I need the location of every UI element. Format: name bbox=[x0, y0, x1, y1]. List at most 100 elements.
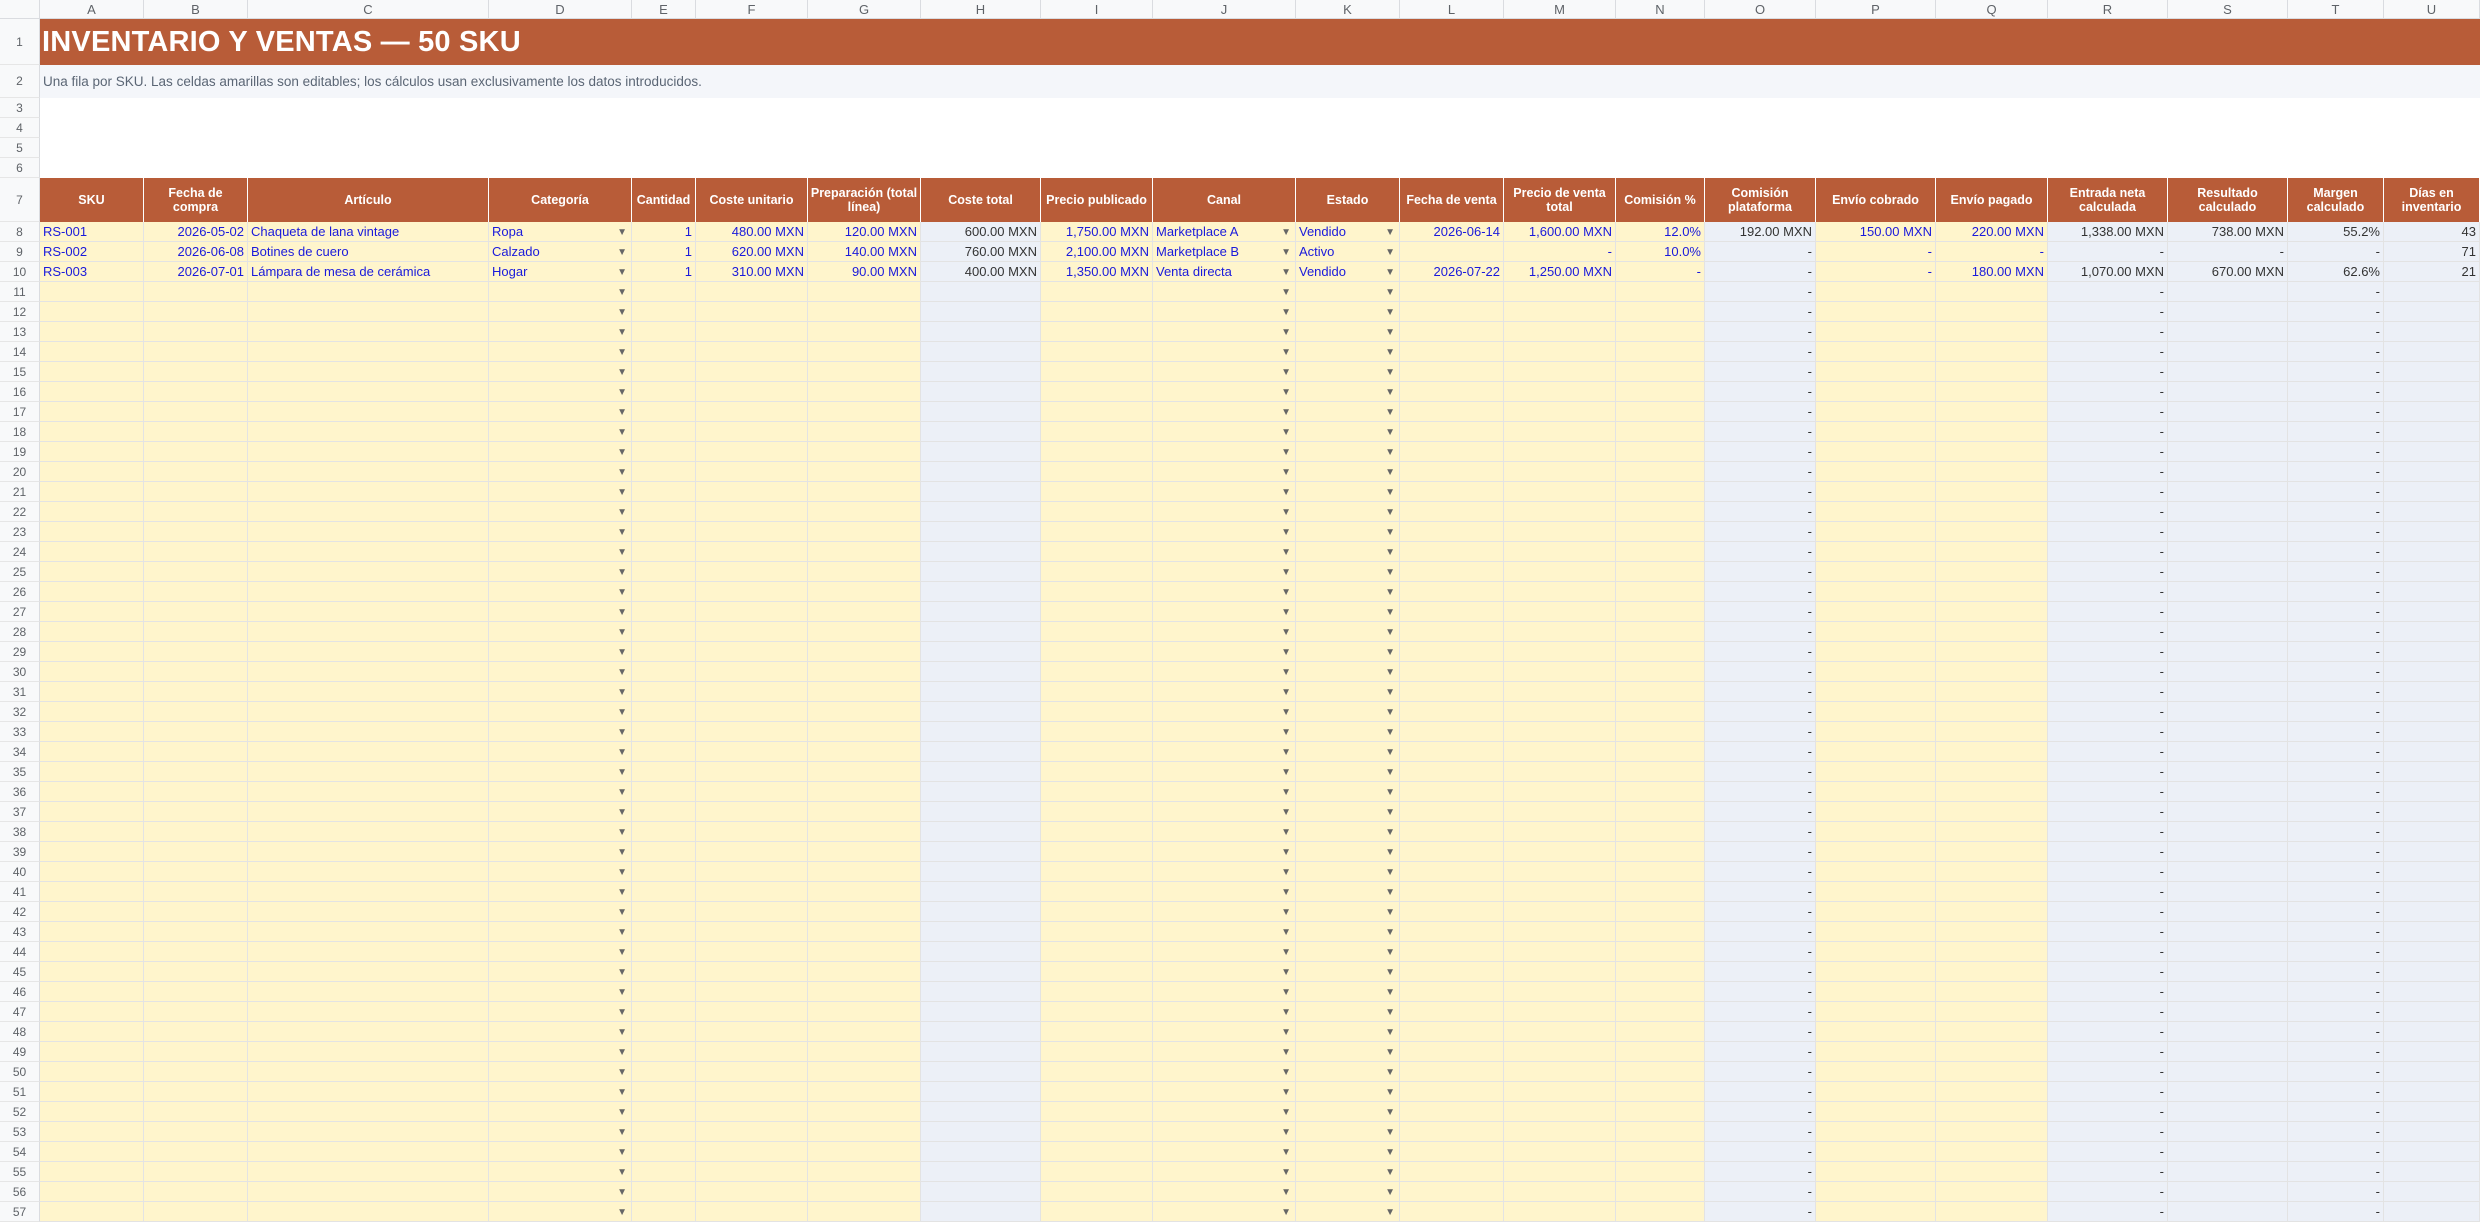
dropdown-arrow-icon[interactable]: ▼ bbox=[1281, 683, 1291, 701]
table-cell[interactable] bbox=[248, 882, 489, 902]
table-cell[interactable] bbox=[1816, 962, 1936, 982]
dropdown-cell[interactable]: Ropa ▼ bbox=[489, 222, 632, 242]
dropdown-cell[interactable]: ▼ bbox=[1296, 1202, 1400, 1222]
table-cell[interactable]: 1,350.00 MXN bbox=[1041, 262, 1153, 282]
table-cell[interactable] bbox=[1816, 462, 1936, 482]
dropdown-cell[interactable]: ▼ bbox=[489, 362, 632, 382]
table-cell[interactable] bbox=[1504, 982, 1616, 1002]
table-cell[interactable] bbox=[632, 502, 696, 522]
table-cell[interactable] bbox=[1400, 782, 1504, 802]
table-cell[interactable] bbox=[1816, 822, 1936, 842]
dropdown-arrow-icon[interactable]: ▼ bbox=[617, 843, 627, 861]
dropdown-cell[interactable]: ▼ bbox=[1153, 702, 1296, 722]
table-cell[interactable] bbox=[1041, 522, 1153, 542]
row-header-47[interactable]: 47 bbox=[0, 1002, 40, 1022]
table-cell[interactable] bbox=[248, 422, 489, 442]
table-cell[interactable]: 2026-05-02 bbox=[144, 222, 248, 242]
table-cell[interactable] bbox=[248, 1122, 489, 1142]
table-cell[interactable] bbox=[1504, 1082, 1616, 1102]
table-cell[interactable] bbox=[1816, 402, 1936, 422]
row-header-37[interactable]: 37 bbox=[0, 802, 40, 822]
dropdown-cell[interactable]: ▼ bbox=[1296, 402, 1400, 422]
table-cell[interactable] bbox=[144, 282, 248, 302]
column-header-i[interactable]: I bbox=[1041, 0, 1153, 19]
dropdown-cell[interactable]: ▼ bbox=[1153, 882, 1296, 902]
table-cell[interactable] bbox=[696, 382, 808, 402]
dropdown-arrow-icon[interactable]: ▼ bbox=[1281, 323, 1291, 341]
table-cell[interactable] bbox=[808, 1062, 921, 1082]
table-cell[interactable] bbox=[1616, 562, 1705, 582]
table-cell[interactable] bbox=[808, 982, 921, 1002]
row-header-26[interactable]: 26 bbox=[0, 582, 40, 602]
table-cell[interactable] bbox=[632, 862, 696, 882]
blank-rows[interactable] bbox=[40, 98, 2480, 178]
table-cell[interactable] bbox=[1400, 642, 1504, 662]
column-header-f[interactable]: F bbox=[696, 0, 808, 19]
table-cell[interactable] bbox=[632, 342, 696, 362]
table-cell[interactable] bbox=[696, 742, 808, 762]
table-cell[interactable] bbox=[1816, 602, 1936, 622]
dropdown-cell[interactable]: ▼ bbox=[489, 302, 632, 322]
table-cell[interactable] bbox=[632, 1202, 696, 1222]
dropdown-arrow-icon[interactable]: ▼ bbox=[1385, 263, 1395, 281]
dropdown-arrow-icon[interactable]: ▼ bbox=[617, 1203, 627, 1221]
table-cell[interactable] bbox=[808, 1102, 921, 1122]
table-cell[interactable] bbox=[1936, 962, 2048, 982]
table-cell[interactable] bbox=[1816, 422, 1936, 442]
table-cell[interactable] bbox=[696, 522, 808, 542]
table-cell[interactable] bbox=[808, 602, 921, 622]
table-cell[interactable] bbox=[1616, 462, 1705, 482]
table-cell[interactable] bbox=[1400, 422, 1504, 442]
row-header-31[interactable]: 31 bbox=[0, 682, 40, 702]
dropdown-arrow-icon[interactable]: ▼ bbox=[1385, 823, 1395, 841]
dropdown-cell[interactable]: ▼ bbox=[489, 802, 632, 822]
table-cell[interactable] bbox=[632, 542, 696, 562]
table-cell[interactable] bbox=[1041, 322, 1153, 342]
dropdown-arrow-icon[interactable]: ▼ bbox=[1385, 563, 1395, 581]
dropdown-arrow-icon[interactable]: ▼ bbox=[617, 943, 627, 961]
table-cell[interactable] bbox=[248, 1042, 489, 1062]
dropdown-arrow-icon[interactable]: ▼ bbox=[617, 223, 627, 241]
table-cell[interactable] bbox=[1400, 722, 1504, 742]
dropdown-arrow-icon[interactable]: ▼ bbox=[617, 663, 627, 681]
dropdown-cell[interactable]: ▼ bbox=[1296, 322, 1400, 342]
dropdown-arrow-icon[interactable]: ▼ bbox=[1281, 723, 1291, 741]
table-cell[interactable] bbox=[1616, 922, 1705, 942]
dropdown-cell[interactable]: ▼ bbox=[1153, 842, 1296, 862]
table-cell[interactable] bbox=[1616, 1042, 1705, 1062]
table-cell[interactable] bbox=[632, 1062, 696, 1082]
table-cell[interactable]: 1,750.00 MXN bbox=[1041, 222, 1153, 242]
table-cell[interactable] bbox=[696, 782, 808, 802]
dropdown-cell[interactable]: ▼ bbox=[1153, 1102, 1296, 1122]
table-cell[interactable] bbox=[248, 802, 489, 822]
table-cell[interactable] bbox=[1936, 282, 2048, 302]
dropdown-arrow-icon[interactable]: ▼ bbox=[1281, 243, 1291, 261]
dropdown-cell[interactable]: ▼ bbox=[1153, 1202, 1296, 1222]
table-cell[interactable] bbox=[1504, 522, 1616, 542]
dropdown-cell[interactable]: ▼ bbox=[489, 442, 632, 462]
table-cell[interactable] bbox=[1504, 602, 1616, 622]
table-cell[interactable] bbox=[40, 1182, 144, 1202]
dropdown-cell[interactable]: ▼ bbox=[1296, 822, 1400, 842]
table-cell[interactable] bbox=[248, 962, 489, 982]
table-cell[interactable] bbox=[1616, 702, 1705, 722]
table-cell[interactable] bbox=[1816, 842, 1936, 862]
table-cell[interactable] bbox=[1616, 942, 1705, 962]
table-cell[interactable] bbox=[1400, 802, 1504, 822]
dropdown-cell[interactable]: ▼ bbox=[1296, 422, 1400, 442]
table-cell[interactable] bbox=[632, 562, 696, 582]
row-header-54[interactable]: 54 bbox=[0, 1142, 40, 1162]
column-header-b[interactable]: B bbox=[144, 0, 248, 19]
table-cell[interactable] bbox=[1400, 622, 1504, 642]
table-cell[interactable] bbox=[248, 462, 489, 482]
table-cell[interactable] bbox=[1504, 1142, 1616, 1162]
dropdown-cell[interactable]: ▼ bbox=[489, 862, 632, 882]
dropdown-arrow-icon[interactable]: ▼ bbox=[1281, 743, 1291, 761]
table-cell[interactable] bbox=[1816, 482, 1936, 502]
row-header-4[interactable]: 4 bbox=[0, 118, 40, 138]
table-cell[interactable] bbox=[1400, 742, 1504, 762]
table-cell[interactable] bbox=[144, 702, 248, 722]
dropdown-cell[interactable]: ▼ bbox=[489, 742, 632, 762]
table-cell[interactable] bbox=[1504, 922, 1616, 942]
row-header-38[interactable]: 38 bbox=[0, 822, 40, 842]
